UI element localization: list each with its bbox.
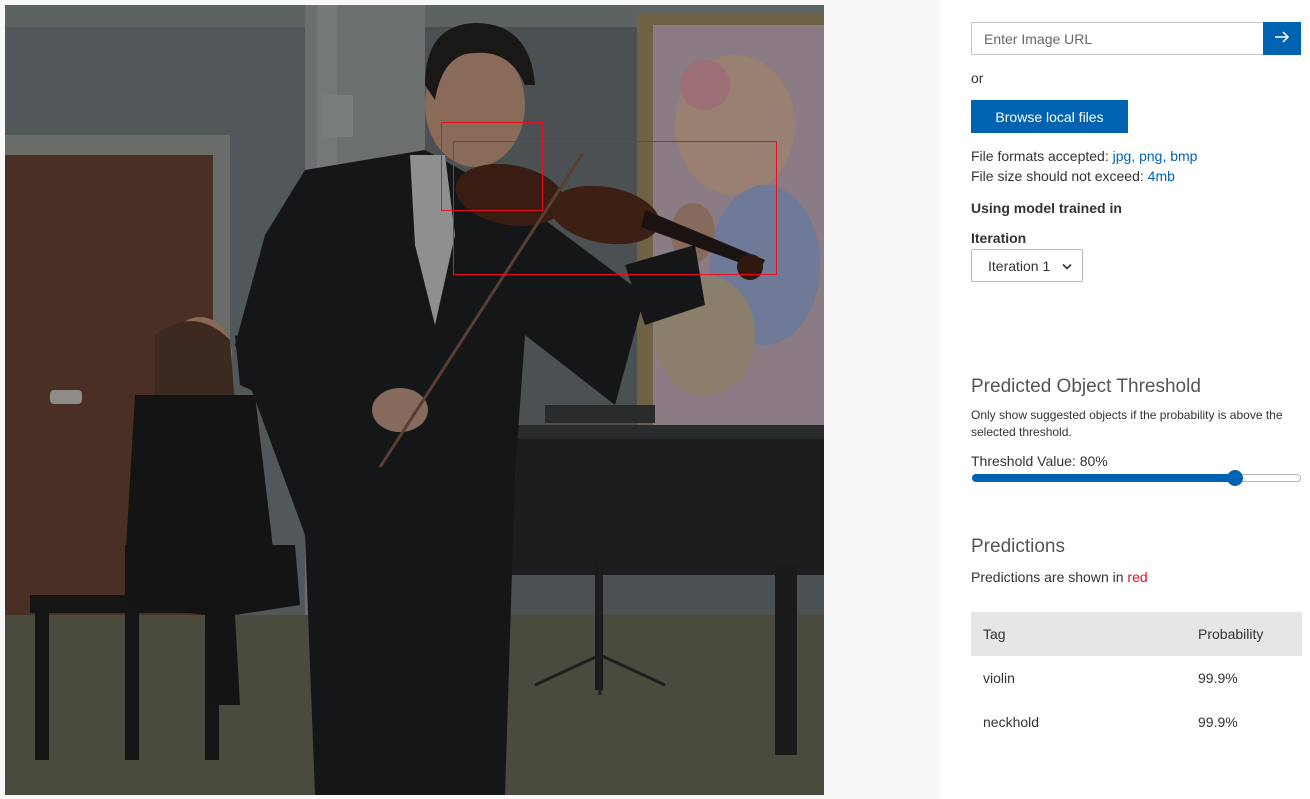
column-header-probability: Probability	[1186, 612, 1302, 656]
column-header-tag: Tag	[971, 612, 1186, 656]
iteration-selected-value: Iteration 1	[988, 257, 1051, 274]
iteration-label: Iteration	[971, 230, 1027, 246]
file-formats-line: File formats accepted: jpg, png, bmp	[971, 148, 1197, 164]
control-panel: or Browse local files File formats accep…	[971, 0, 1302, 799]
image-url-input[interactable]	[971, 22, 1263, 55]
predictions-note-color-word: red	[1127, 569, 1148, 585]
slider-fill	[972, 474, 1236, 482]
threshold-slider[interactable]	[971, 470, 1302, 486]
predictions-note-text: Predictions are shown in	[971, 569, 1124, 585]
file-size-line: File size should not exceed: 4mb	[971, 168, 1175, 184]
threshold-description: Only show suggested objects if the proba…	[971, 408, 1283, 439]
image-preview-area	[0, 0, 940, 799]
photo-illustration	[5, 5, 824, 795]
prediction-probability: 99.9%	[1198, 714, 1238, 730]
arrow-right-icon	[1274, 29, 1290, 48]
or-separator: or	[971, 70, 984, 86]
prediction-tag: violin	[983, 670, 1015, 686]
table-row: violin 99.9%	[971, 656, 1302, 700]
browse-local-files-button[interactable]: Browse local files	[971, 100, 1128, 133]
file-size-label: File size should not exceed:	[971, 168, 1144, 184]
iteration-select[interactable]: Iteration 1	[971, 249, 1083, 282]
predictions-note: Predictions are shown in red	[971, 569, 1148, 585]
threshold-title: Predicted Object Threshold	[971, 376, 1201, 397]
predictions-header-row: Tag Probability	[971, 612, 1302, 656]
predictions-title: Predictions	[971, 536, 1065, 557]
prediction-tag: neckhold	[983, 714, 1040, 730]
uploaded-photo	[5, 5, 824, 795]
prediction-probability: 99.9%	[1198, 670, 1238, 686]
prediction-box-violin	[453, 141, 777, 275]
slider-thumb[interactable]	[1227, 470, 1244, 486]
url-row	[971, 22, 1301, 55]
threshold-value-label: Threshold Value: 80%	[971, 453, 1108, 469]
predictions-table: Tag Probability violin 99.9% neckhold 99…	[971, 612, 1302, 744]
table-row: neckhold 99.9%	[971, 700, 1302, 744]
file-formats-label: File formats accepted:	[971, 148, 1109, 164]
file-size-value: 4mb	[1147, 168, 1175, 184]
submit-url-button[interactable]	[1263, 22, 1301, 55]
model-trained-label: Using model trained in	[971, 200, 1122, 216]
file-formats-value: jpg, png, bmp	[1112, 148, 1198, 164]
chevron-down-icon	[1062, 258, 1072, 274]
